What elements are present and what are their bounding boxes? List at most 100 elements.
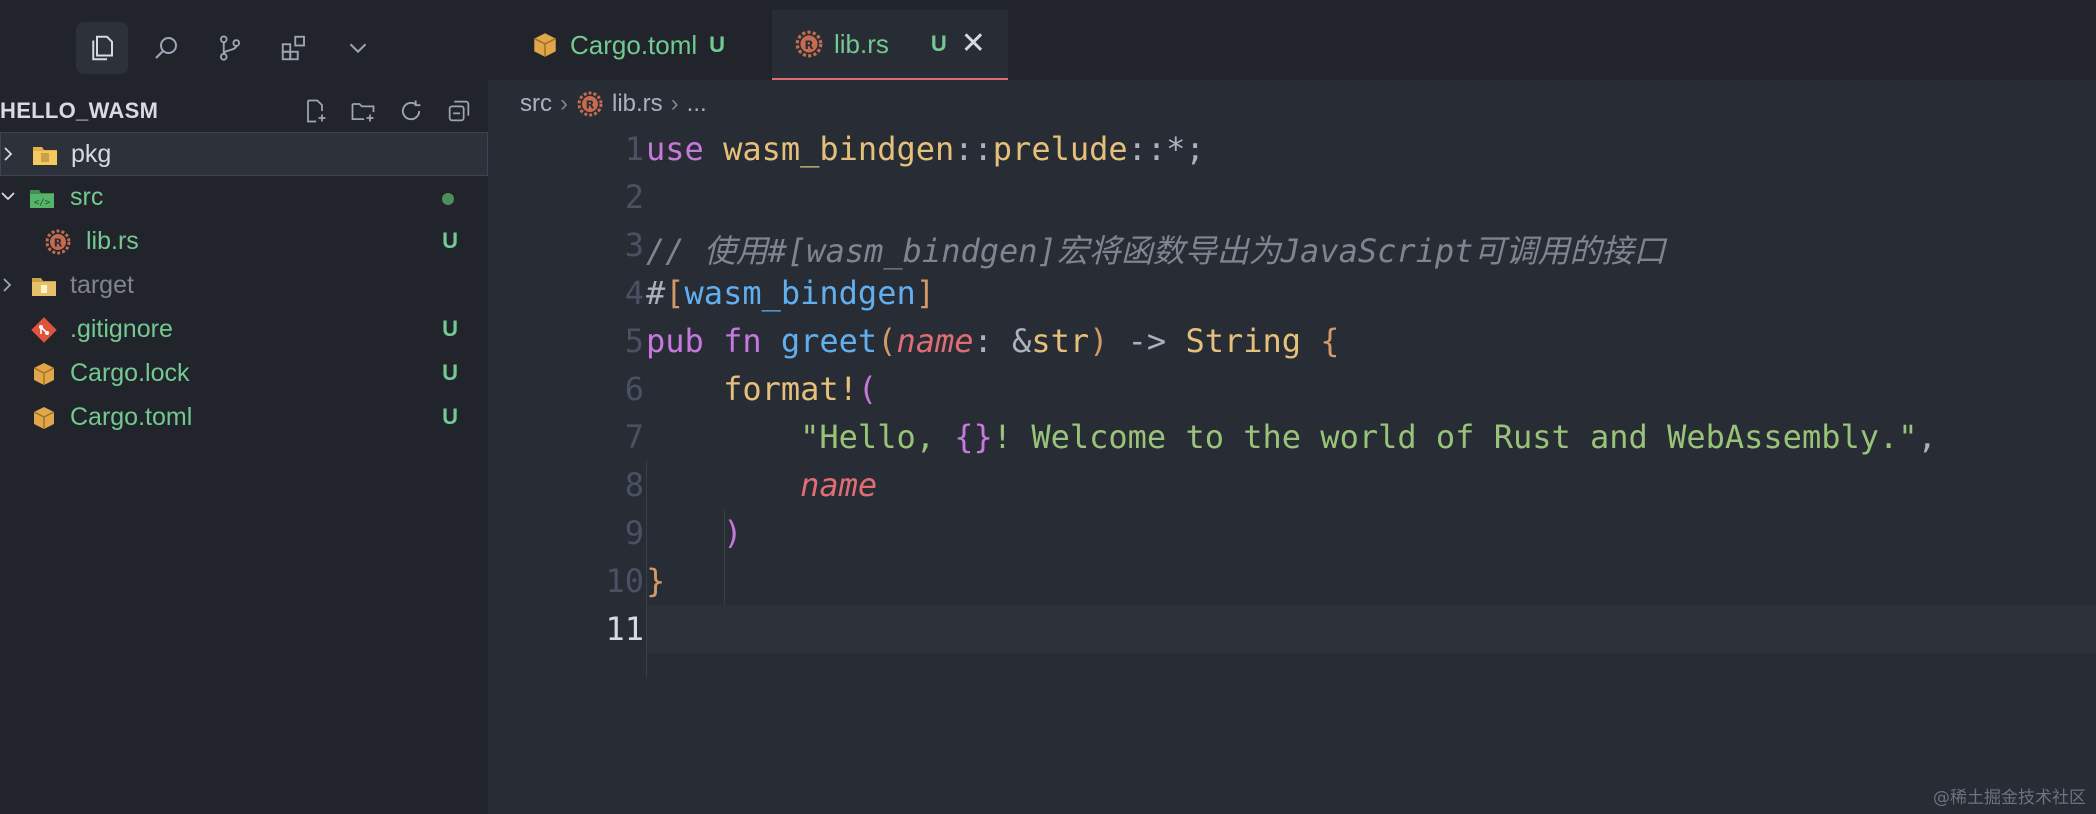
breadcrumb-symbol[interactable]: ...	[687, 90, 707, 118]
tree-item-src[interactable]: </> src	[0, 176, 488, 220]
token-string: "Hello,	[800, 418, 955, 456]
code-line-2: 2	[488, 172, 2096, 220]
code-line-6: 6 format!(	[488, 364, 2096, 412]
line-number: 11	[605, 610, 644, 648]
rust-file-icon: R	[795, 30, 823, 58]
tree-item-cargo-lock[interactable]: Cargo.lock U	[0, 352, 488, 396]
chevron-right-icon: ›	[670, 90, 679, 117]
code-line-5: 5 pub fn greet(name: &str) -> String {	[488, 316, 2096, 364]
token-parameter: name	[800, 466, 878, 504]
tree-item-label: src	[70, 183, 104, 211]
new-file-button[interactable]	[300, 96, 330, 126]
tree-item-label: .gitignore	[70, 315, 173, 343]
line-number: 7	[624, 418, 644, 456]
new-folder-button[interactable]	[348, 96, 378, 126]
files-icon	[92, 35, 113, 61]
token-type: str	[1031, 322, 1090, 360]
tree-item-label: pkg	[71, 140, 112, 168]
line-number: 4	[624, 274, 644, 312]
token-comment: // 使用#[wasm_bindgen]宏将函数导出为JavaScript可调用…	[646, 232, 1666, 270]
rust-file-icon: R	[45, 229, 71, 255]
cargo-icon	[33, 407, 55, 429]
tree-item-target[interactable]: target	[0, 264, 488, 308]
token-bracket: {	[1320, 322, 1340, 360]
code-line-11: 11	[488, 604, 2096, 652]
close-icon[interactable]: ✕	[961, 29, 986, 59]
folder-source-icon: </>	[30, 190, 54, 208]
explorer-button[interactable]	[76, 22, 128, 74]
explorer-title: HELLO_WASM	[0, 98, 159, 123]
tree-item-cargo-toml[interactable]: Cargo.toml U	[0, 396, 488, 440]
extensions-button[interactable]	[268, 22, 320, 74]
tab-label: lib.rs	[834, 28, 889, 59]
tree-item-gitignore[interactable]: .gitignore U	[0, 308, 488, 352]
code-line-9: 9 )	[488, 508, 2096, 556]
tab-lib-rs[interactable]: R lib.rs U ✕	[772, 10, 1008, 80]
line-number: 3	[624, 226, 644, 264]
untracked-badge: U	[442, 316, 458, 341]
search-button[interactable]	[140, 22, 192, 74]
line-number: 2	[624, 178, 644, 216]
tab-cargo-toml[interactable]: Cargo.toml U	[510, 10, 810, 80]
tree-item-label: Cargo.lock	[70, 359, 190, 387]
sidebar: HELLO_WASM pkg </> src R lib.rs U target…	[0, 10, 488, 814]
token-parameter: name	[896, 322, 974, 360]
token-op: ->	[1108, 322, 1186, 360]
window-top-strip	[0, 0, 2096, 10]
breadcrumb-src[interactable]: src	[520, 90, 552, 118]
extensions-icon	[281, 35, 305, 61]
token-bracket: )	[723, 514, 743, 552]
code-editor[interactable]: 1 use wasm_bindgen::prelude::*; 2 3 // 使…	[488, 124, 2096, 814]
rust-file-icon: R	[577, 91, 603, 117]
tab-untracked-badge: U	[709, 32, 726, 57]
token-module: prelude	[992, 130, 1128, 168]
more-views-button[interactable]	[332, 22, 384, 74]
token-type: String	[1185, 322, 1302, 360]
refresh-icon	[401, 100, 421, 121]
new-file-icon	[307, 99, 326, 123]
token-op: ::*;	[1127, 130, 1205, 168]
tab-bar: Cargo.toml U R lib.rs U ✕	[488, 10, 2096, 80]
line-number: 8	[624, 466, 644, 504]
chevron-down-icon	[349, 43, 367, 54]
line-number: 1	[624, 130, 644, 168]
token-op: : &	[973, 322, 1032, 360]
breadcrumb: src › R lib.rs › ...	[520, 84, 707, 124]
file-tree: pkg </> src R lib.rs U target .gitignore…	[0, 132, 488, 440]
token-op: ,	[1917, 418, 1937, 456]
tree-item-pkg[interactable]: pkg	[0, 132, 488, 176]
source-control-button[interactable]	[204, 22, 256, 74]
line-number: 10	[605, 562, 644, 600]
tree-item-label: target	[70, 271, 134, 299]
code-line-4: 4 #[wasm_bindgen]	[488, 268, 2096, 316]
activity-bar	[0, 10, 488, 90]
svg-text:R: R	[54, 237, 63, 250]
breadcrumb-file[interactable]: lib.rs	[612, 90, 663, 118]
token-bracket: [	[665, 274, 685, 312]
new-folder-icon	[351, 103, 375, 122]
token-macro: format!	[723, 370, 858, 408]
svg-text:R: R	[804, 38, 813, 52]
collapse-all-button[interactable]	[444, 96, 474, 126]
token-bracket: (	[877, 322, 897, 360]
token-bracket: ]	[915, 274, 935, 312]
modified-dot	[442, 193, 454, 205]
search-icon	[155, 37, 177, 59]
token-function: greet	[780, 322, 878, 360]
code-line-3: 3 // 使用#[wasm_bindgen]宏将函数导出为JavaScript可…	[488, 220, 2096, 270]
folder-icon	[33, 147, 57, 165]
token-bracket: (	[857, 370, 878, 408]
token-module: wasm_bindgen	[723, 130, 955, 168]
code-line-1: 1 use wasm_bindgen::prelude::*;	[488, 124, 2096, 172]
token-keyword: pub	[646, 322, 704, 360]
untracked-badge: U	[442, 360, 458, 385]
chevron-down-icon	[1, 192, 15, 201]
cargo-icon	[33, 363, 55, 385]
tree-item-lib-rs[interactable]: R lib.rs U	[0, 220, 488, 264]
token-op: #	[646, 274, 666, 312]
chevron-right-icon: ›	[560, 90, 568, 117]
token-bracket: }	[646, 562, 666, 600]
svg-text:</>: </>	[34, 198, 51, 208]
refresh-button[interactable]	[396, 96, 426, 126]
token-keyword: fn	[723, 322, 762, 360]
